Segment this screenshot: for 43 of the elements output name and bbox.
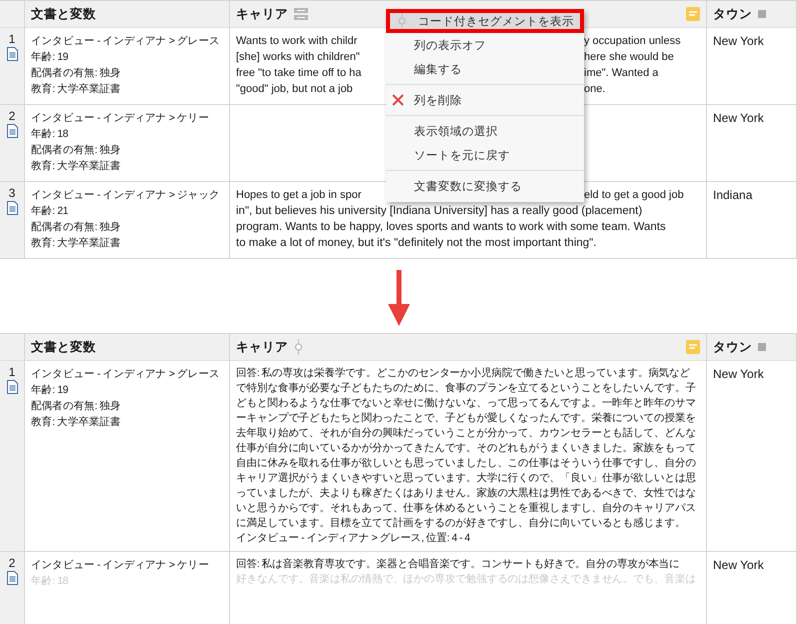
variable-text: 年齢: 21: [31, 205, 68, 217]
variable-text: 配偶者の有無: 独身: [31, 67, 121, 79]
variable-text: 教育: 大学卒業証書: [31, 237, 121, 249]
career-text: in", but believes his university [Indiana University] has a really good (placement): [236, 205, 642, 217]
variable-text: インタビュー - インディアナ > ケリー: [31, 559, 209, 571]
career-text: Hopes to get a job in spor: [236, 188, 362, 203]
variable-text: 教育: 大学卒業証書: [31, 83, 121, 95]
table-cell: Indiana: [707, 182, 797, 259]
variable-text: 教育: 大学卒業証書: [31, 160, 121, 172]
career-text: to make a lot of money, but it's "definitely not the most important thing".: [236, 237, 596, 249]
variable-text: 教育: 大学卒業証書: [31, 416, 121, 428]
source-text: インタビュー - インディアナ > グレース, 位置: 4 - 4: [236, 531, 471, 546]
table-cell: New York: [707, 28, 797, 105]
variable-text: インタビュー - インディアナ > ケリー: [31, 112, 209, 124]
variable-text: インタビュー - インディアナ > ジャック: [31, 189, 220, 201]
row-number: 1: [8, 32, 16, 46]
variable-text: インタビュー - インディアナ > グレース: [31, 35, 220, 47]
row-number: 3: [8, 186, 16, 200]
career-text: one.: [584, 82, 606, 97]
row-number: 2: [8, 556, 16, 570]
table-cell: New York: [707, 361, 797, 552]
variable-text: 年齢: 19: [31, 384, 68, 396]
variable-text: 年齢: 18: [31, 128, 68, 140]
variable-text: 配偶者の有無: 独身: [31, 221, 121, 233]
variable-text: 配偶者の有無: 独身: [31, 144, 121, 156]
career-text: Wants to work with childr: [236, 34, 358, 49]
answer-text: 回答: 私は音楽教育専攻です。楽器と合唱音楽です。コンサートも好きで。自分の専攻が本当に: [236, 557, 681, 572]
table-cell: New York: [707, 105, 797, 182]
career-text: [she] works with children": [236, 50, 360, 65]
career-text: y occupation unless: [584, 34, 681, 49]
table-cell: New York: [707, 552, 797, 624]
career-text: program. Wants to be happy, loves sports and wants to work with some team. Wants: [236, 221, 666, 233]
career-text: "good" job, but not a job: [236, 82, 353, 97]
variable-text: 年齢: 19: [31, 51, 68, 63]
variable-text: 配偶者の有無: 独身: [31, 400, 121, 412]
career-text: eld to get a good job: [584, 188, 684, 203]
career-text: ime". Wanted a: [584, 66, 658, 81]
career-text: free "to take time off to ha: [236, 66, 362, 81]
variable-text: インタビュー - インディアナ > グレース: [31, 368, 220, 380]
row-number: 2: [8, 109, 16, 123]
row-number: 1: [8, 365, 16, 379]
answer-text: 回答: 私の専攻は栄養学です。どこかのセンターか小児病院で働きたいと思っています。病気などで特別な食事が必要な子どもたちのために、食事のプランを立てるということをしたいんです。子どもと関わるような仕事でないと幸せに働けないな、って思ってるんですよ。一昨年と昨年のサマーキャンプで子どもたちと関わったことで、子どもが愛しくなったんです。栄養についての授業を去年取り始めて、それが自分の興味だっていうことが分かって、カウンセラーとも話して、どんな仕事が自分に向いているかが分かってきたんです。そのどれもがうまくいきました。家族をもって自由に休みを取れる仕事が欲しいとも思っていましたし、この仕事はそういう仕事ですし、自分のキャリア選択がうまくいきやすいと思っています。大学に行くので、「良い」仕事が欲しいとは思っていましたが、夫よりも稼ぎたくはありません。家族の大黒柱は男性であるべきで、女性ではないと思うからです。それもあって、仕事を休めるということを重視しますし、自分のキャリアパスに満足しています。目標を立てて計画をするのが好きですし、自分に向いているとも感じます。: [236, 366, 697, 531]
career-text: here she would be: [584, 50, 674, 65]
